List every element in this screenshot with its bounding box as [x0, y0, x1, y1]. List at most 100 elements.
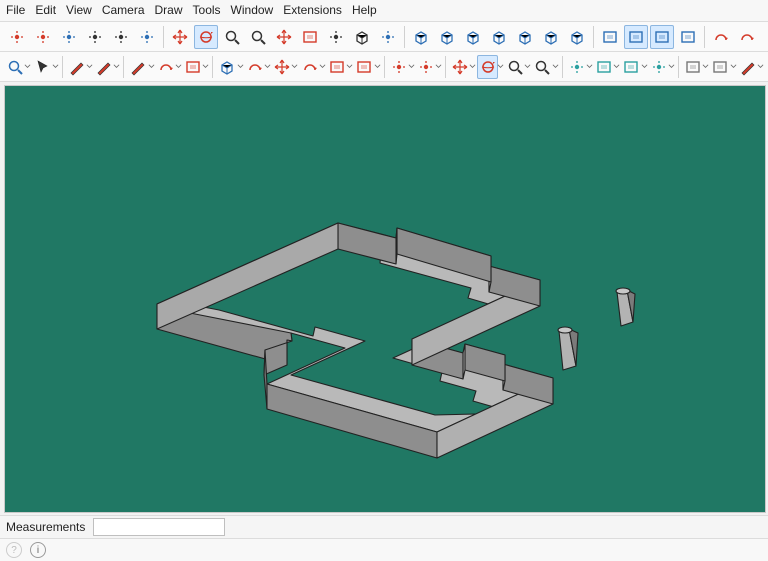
- bottom-view-icon: [568, 28, 586, 46]
- pushpull-tool[interactable]: [217, 55, 237, 79]
- axes-tool[interactable]: [272, 25, 296, 49]
- menu-draw[interactable]: Draw: [155, 3, 183, 17]
- pencil-tool[interactable]: [94, 55, 114, 79]
- search-tool-dropdown[interactable]: [24, 56, 31, 78]
- scale-tool-dropdown[interactable]: [346, 56, 353, 78]
- tags-tool-dropdown[interactable]: [613, 56, 620, 78]
- orbit2-tool-dropdown[interactable]: [497, 56, 504, 78]
- points-tool[interactable]: [31, 25, 55, 49]
- menu-tools[interactable]: Tools: [193, 3, 221, 17]
- zoom-tool[interactable]: [220, 25, 244, 49]
- left-view[interactable]: [539, 25, 563, 49]
- front-view[interactable]: [461, 25, 485, 49]
- section-cut[interactable]: [650, 25, 674, 49]
- orbit2-tool[interactable]: [477, 55, 497, 79]
- section-plane[interactable]: [598, 25, 622, 49]
- arc-tool-dropdown[interactable]: [175, 56, 182, 78]
- move-arrows-tool-dropdown[interactable]: [469, 56, 476, 78]
- move-tool[interactable]: [168, 25, 192, 49]
- paste-tool-dropdown[interactable]: [702, 56, 709, 78]
- pushpull-tool-dropdown[interactable]: [237, 56, 244, 78]
- pan-tool[interactable]: [324, 25, 348, 49]
- menu-edit[interactable]: Edit: [35, 3, 56, 17]
- toolbar-separator: [62, 56, 63, 78]
- copy-tool-dropdown[interactable]: [730, 56, 737, 78]
- select-tool-dropdown[interactable]: [52, 56, 59, 78]
- menu-camera[interactable]: Camera: [102, 3, 145, 17]
- text-label-tool[interactable]: [83, 25, 107, 49]
- zoom2-tool[interactable]: [505, 55, 525, 79]
- move-transform-tool[interactable]: [272, 55, 292, 79]
- pencil-tool-dropdown[interactable]: [113, 56, 120, 78]
- rectangle-tool[interactable]: [183, 55, 203, 79]
- menu-window[interactable]: Window: [231, 3, 274, 17]
- rectangle-tool-dropdown[interactable]: [202, 56, 209, 78]
- line-tool-dropdown[interactable]: [148, 56, 155, 78]
- paint-bucket-tool[interactable]: [416, 55, 436, 79]
- zoom2-tool-dropdown[interactable]: [524, 56, 531, 78]
- move-transform-tool-dropdown[interactable]: [291, 56, 298, 78]
- line-tool[interactable]: [128, 55, 148, 79]
- bottom-view[interactable]: [565, 25, 589, 49]
- dimension-tool[interactable]: [109, 25, 133, 49]
- refresh-tool[interactable]: [709, 25, 733, 49]
- menu-extensions[interactable]: Extensions: [283, 3, 342, 17]
- orbit-tool-icon: [197, 28, 215, 46]
- walk-tool[interactable]: [135, 25, 159, 49]
- move-arrows-tool[interactable]: [450, 55, 470, 79]
- sync-tool[interactable]: [735, 25, 759, 49]
- scissors-tool[interactable]: [649, 55, 669, 79]
- section-tool[interactable]: [298, 25, 322, 49]
- arc-tool[interactable]: [156, 55, 176, 79]
- tape-measure-tool-dropdown[interactable]: [408, 56, 415, 78]
- scissors-tool-dropdown[interactable]: [668, 56, 675, 78]
- scale-tool[interactable]: [327, 55, 347, 79]
- follow-me-tool[interactable]: [245, 55, 265, 79]
- section-display[interactable]: [624, 25, 648, 49]
- info-icon[interactable]: i: [30, 542, 46, 558]
- knife-tool[interactable]: [738, 55, 758, 79]
- tags-tool[interactable]: [594, 55, 614, 79]
- rotate-tool[interactable]: [299, 55, 319, 79]
- right-view[interactable]: [487, 25, 511, 49]
- line-tool-icon: [129, 58, 147, 76]
- viewport-3d[interactable]: [4, 85, 766, 513]
- orbit-tool[interactable]: [194, 25, 218, 49]
- search-tool[interactable]: [5, 55, 25, 79]
- paint-bucket-tool-dropdown[interactable]: [435, 56, 442, 78]
- previous-view-tool[interactable]: [350, 25, 374, 49]
- knife-tool-dropdown[interactable]: [757, 56, 764, 78]
- zoom-window-tool[interactable]: [246, 25, 270, 49]
- section-fill[interactable]: [676, 25, 700, 49]
- gear-tool-dropdown[interactable]: [586, 56, 593, 78]
- layers-tool-dropdown[interactable]: [641, 56, 648, 78]
- measurements-input[interactable]: [93, 518, 225, 536]
- iso-view[interactable]: [409, 25, 433, 49]
- back-view[interactable]: [513, 25, 537, 49]
- scissors-tool-icon: [650, 58, 668, 76]
- offset-tool-dropdown[interactable]: [374, 56, 381, 78]
- zoom-extents-tool[interactable]: [532, 55, 552, 79]
- top-view[interactable]: [435, 25, 459, 49]
- layers-tool[interactable]: [621, 55, 641, 79]
- follow-me-tool-dropdown[interactable]: [264, 56, 271, 78]
- look-around-tool[interactable]: [376, 25, 400, 49]
- menu-view[interactable]: View: [66, 3, 92, 17]
- hint-icon[interactable]: ?: [6, 542, 22, 558]
- select-tool[interactable]: [32, 55, 52, 79]
- offset-tool[interactable]: [354, 55, 374, 79]
- eraser-tool-dropdown[interactable]: [86, 56, 93, 78]
- paste-tool[interactable]: [683, 55, 703, 79]
- copy-tool[interactable]: [710, 55, 730, 79]
- zoom-extents-tool-dropdown[interactable]: [552, 56, 559, 78]
- eraser-tool[interactable]: [67, 55, 87, 79]
- front-view-icon: [464, 28, 482, 46]
- draw-tool[interactable]: [5, 25, 29, 49]
- menu-help[interactable]: Help: [352, 3, 377, 17]
- toolbar-separator: [593, 26, 594, 48]
- tag-tool[interactable]: [57, 25, 81, 49]
- rotate-tool-dropdown[interactable]: [319, 56, 326, 78]
- menu-file[interactable]: File: [6, 3, 25, 17]
- gear-tool[interactable]: [566, 55, 586, 79]
- tape-measure-tool[interactable]: [388, 55, 408, 79]
